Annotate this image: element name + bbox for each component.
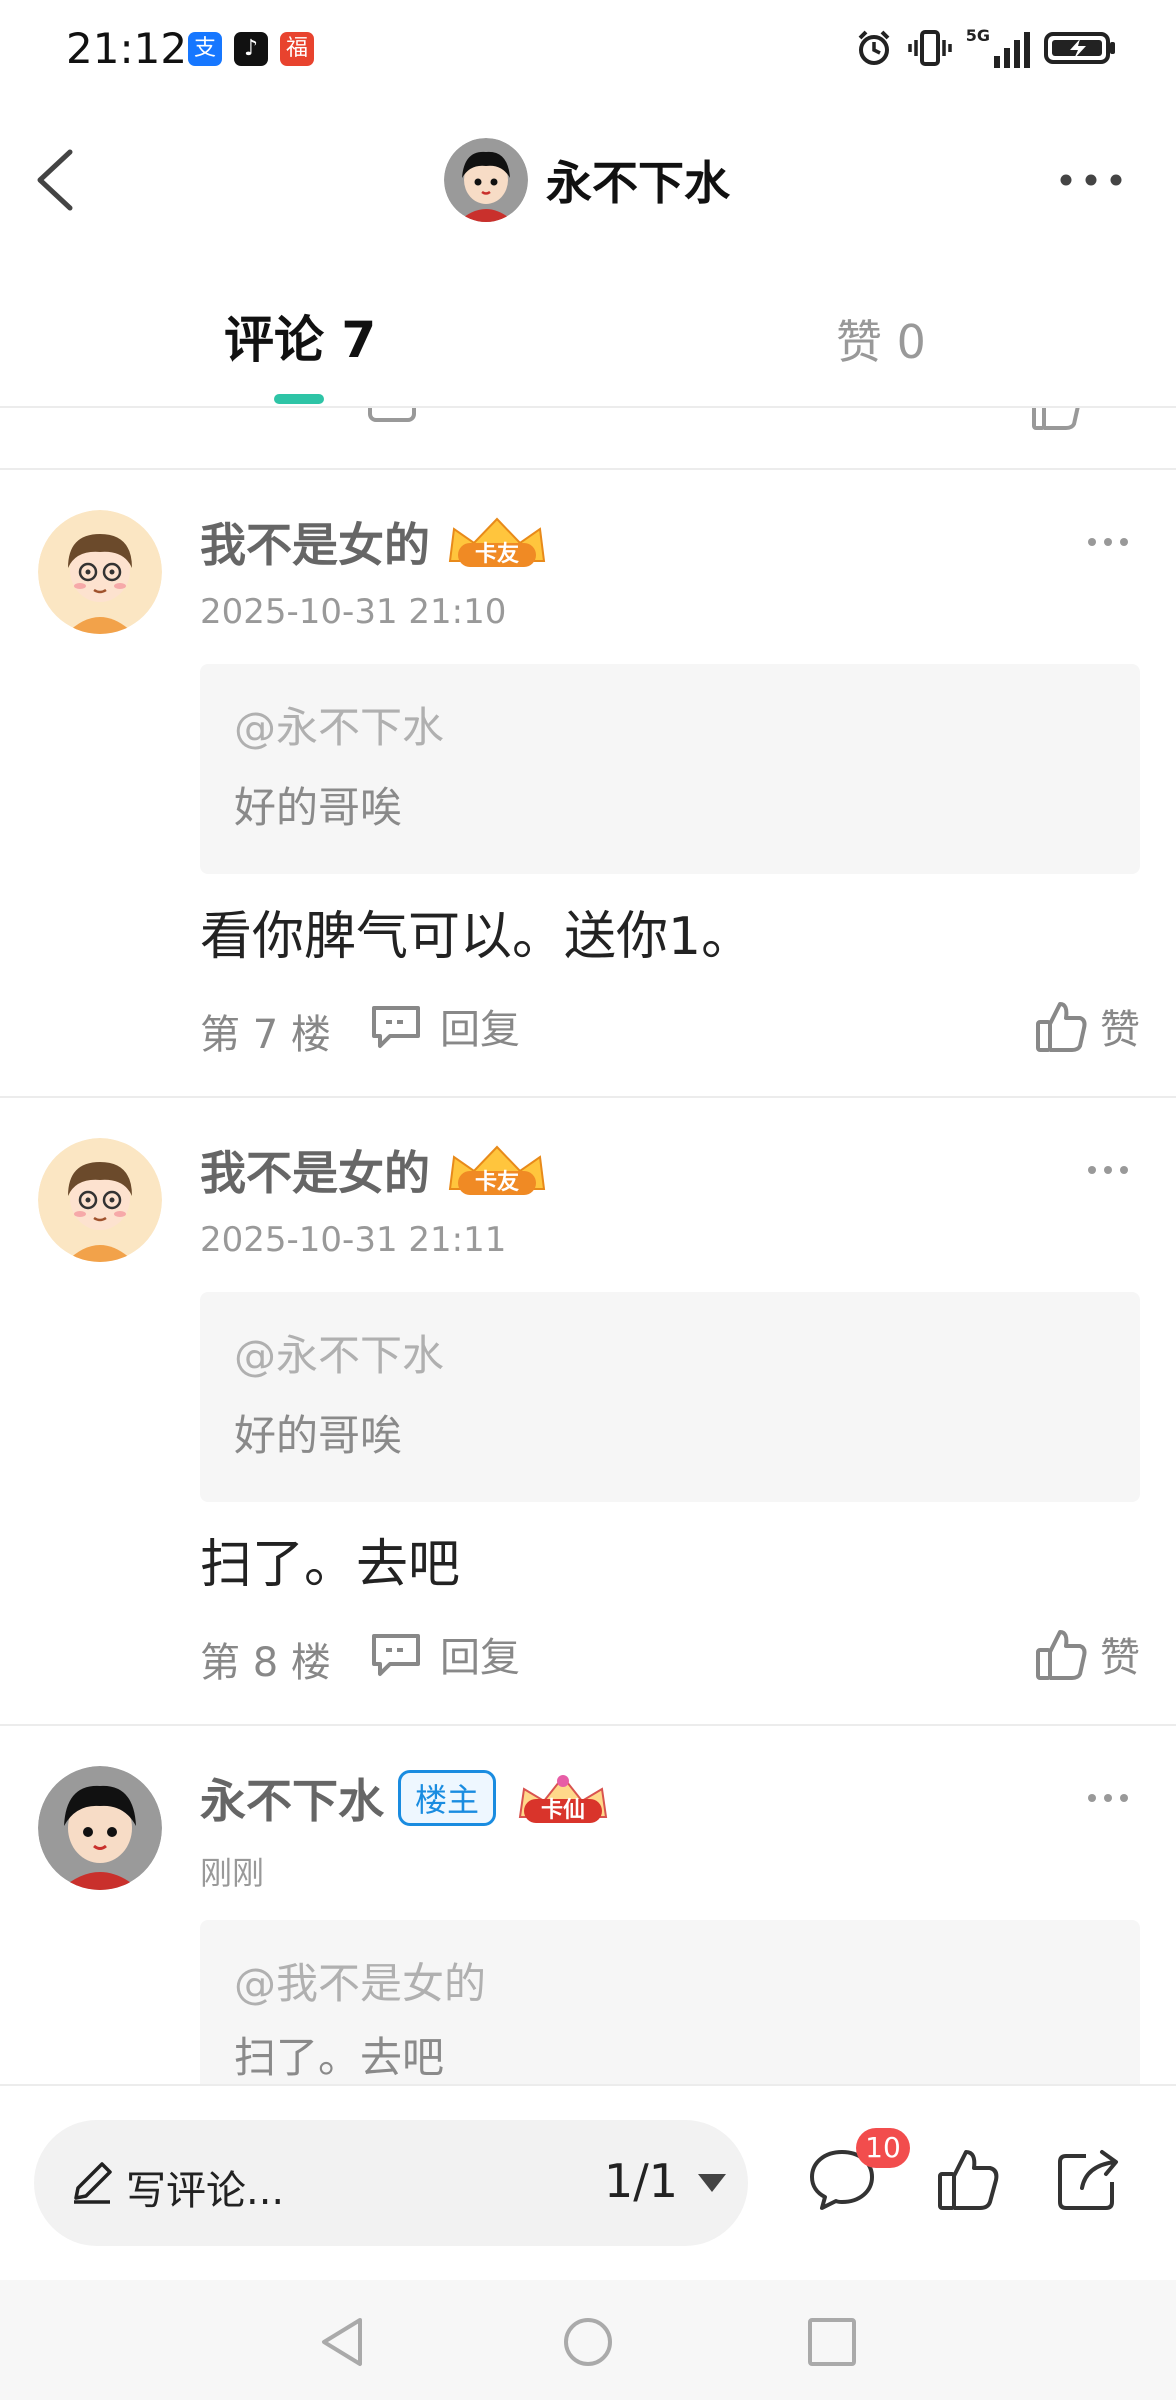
quoted-comment[interactable]: @永不下水 好的哥唉 [200,664,1140,874]
quoted-comment[interactable]: @我不是女的 扫了。去吧 [200,1920,1140,2084]
quoted-text: 好的哥唉 [234,1411,403,1460]
comment-item: 我不是女的 卡友 2025-10-31 21:11 @永不下水 好的哥唉 扫了。… [0,1098,1176,1724]
more-horizontal-icon[interactable] [1086,1790,1130,1806]
level-badge-crown: 卡友 [444,1141,550,1199]
comment-time: 刚刚 [200,1854,265,1892]
nav-recents-icon[interactable] [806,2314,858,2370]
page-indicator[interactable]: 1/1 [604,2154,678,2208]
comment-author[interactable]: 永不下水 [200,1765,384,1831]
bottom-action-bar: 写评论... 1/1 10 [0,2084,1176,2280]
page-header: 永不下水 [0,100,1176,260]
quoted-comment[interactable]: @永不下水 好的哥唉 [200,1292,1140,1502]
level-badge-label: 卡友 [474,542,519,567]
comment-user: 我不是女的 卡友 [200,512,550,572]
floor-number: 第 7 楼 [200,1012,331,1058]
nav-home-icon[interactable] [562,2314,614,2370]
comment-user: 永不下水 楼主 卡仙 [200,1768,616,1828]
reply-icon[interactable] [366,408,418,432]
comment-time: 2025-10-31 21:11 [200,1220,507,1260]
write-comment-input[interactable]: 写评论... 1/1 [34,2120,748,2246]
level-badge-crown: 卡仙 [510,1769,616,1827]
5g-signal-icon: 5G [966,28,1030,68]
comment-time: 2025-10-31 21:10 [200,592,507,632]
like-button[interactable]: 赞 [1034,1622,1140,1686]
pencil-icon [74,2162,112,2204]
more-horizontal-icon[interactable] [1086,534,1130,550]
tab-likes[interactable]: 赞 0 [836,306,926,372]
status-indicators: 5G [854,26,1116,70]
page-title: 永不下水 [546,156,730,210]
quoted-mention[interactable]: @我不是女的 [234,1950,486,2011]
reply-label: 回复 [440,1007,520,1053]
reply-icon [372,1006,420,1048]
thumbs-up-icon [1036,1002,1087,1052]
comment-user: 我不是女的 卡友 [200,1140,550,1200]
tiktok-icon: ♪ [234,32,268,66]
quoted-text: 扫了。去吧 [234,2033,445,2082]
avatar[interactable] [38,510,162,634]
avatar[interactable] [38,1138,162,1262]
quoted-mention[interactable]: @永不下水 [234,694,444,755]
battery-charging-icon [1044,32,1115,64]
comment-count-badge: 10 [856,2128,910,2168]
avatar[interactable] [444,138,528,222]
alipay-icon: 支 [188,32,222,66]
share-icon[interactable] [1052,2144,1124,2216]
caret-down-icon[interactable] [698,2174,726,2192]
comment-body: 扫了。去吧 [200,1535,461,1595]
tab-bar: 评论 7 赞 0 [0,260,1176,408]
level-badge-crown: 卡友 [444,513,550,571]
write-comment-placeholder: 写评论... [126,2168,285,2214]
nav-back-icon[interactable] [316,2314,368,2370]
like-label: 赞 [1100,1007,1140,1053]
floor-number: 第 8 楼 [200,1640,331,1686]
host-badge: 楼主 [398,1770,497,1826]
like-label: 赞 [1100,1635,1140,1681]
thumbs-up-icon[interactable] [932,2144,1004,2216]
red-envelope-icon: 福 [280,32,314,66]
more-horizontal-icon[interactable] [1056,160,1126,200]
network-label: 5G [965,26,990,45]
quoted-text: 好的哥唉 [234,783,403,832]
comment-footer: 第 8 楼 回复 赞 [200,1622,1140,1686]
previous-comment-footer [0,408,1176,468]
comment-body: 看你脾气可以。送你1。 [200,907,754,967]
status-time: 21:12 [66,24,188,73]
more-horizontal-icon[interactable] [1086,1162,1130,1178]
comment-footer: 第 7 楼 回复 赞 [200,994,1140,1058]
quoted-mention[interactable]: @永不下水 [234,1322,444,1383]
tab-comments[interactable]: 评论 7 [224,300,376,372]
like-button[interactable]: 赞 [1034,994,1140,1058]
system-navigation-bar [0,2280,1176,2400]
comment-author[interactable]: 我不是女的 [200,509,430,575]
reply-button[interactable]: 回复 [368,1622,520,1686]
reply-button[interactable]: 回复 [368,994,520,1058]
level-badge-label: 卡仙 [541,1798,586,1823]
avatar[interactable] [38,1766,162,1890]
alarm-icon [858,30,890,65]
comment-item: 永不下水 楼主 卡仙 刚刚 @我不是女的 扫了。去吧 [0,1726,1176,2084]
reply-label: 回复 [440,1635,520,1681]
header-title-group[interactable]: 永不下水 [444,136,730,224]
comment-item: 我不是女的 卡友 2025-10-31 21:10 @永不下水 好的哥唉 看你脾… [0,470,1176,1096]
chevron-left-icon[interactable] [24,140,84,220]
thumbs-up-icon [1036,1630,1087,1680]
comment-author[interactable]: 我不是女的 [200,1137,430,1203]
reply-icon [372,1634,420,1676]
vibrate-icon [907,30,952,66]
level-badge-label: 卡友 [474,1170,519,1195]
active-tab-indicator [274,394,324,404]
thumbs-up-icon[interactable] [1028,408,1084,434]
status-bar: 21:12 支 ♪ 福 5G [0,0,1176,100]
